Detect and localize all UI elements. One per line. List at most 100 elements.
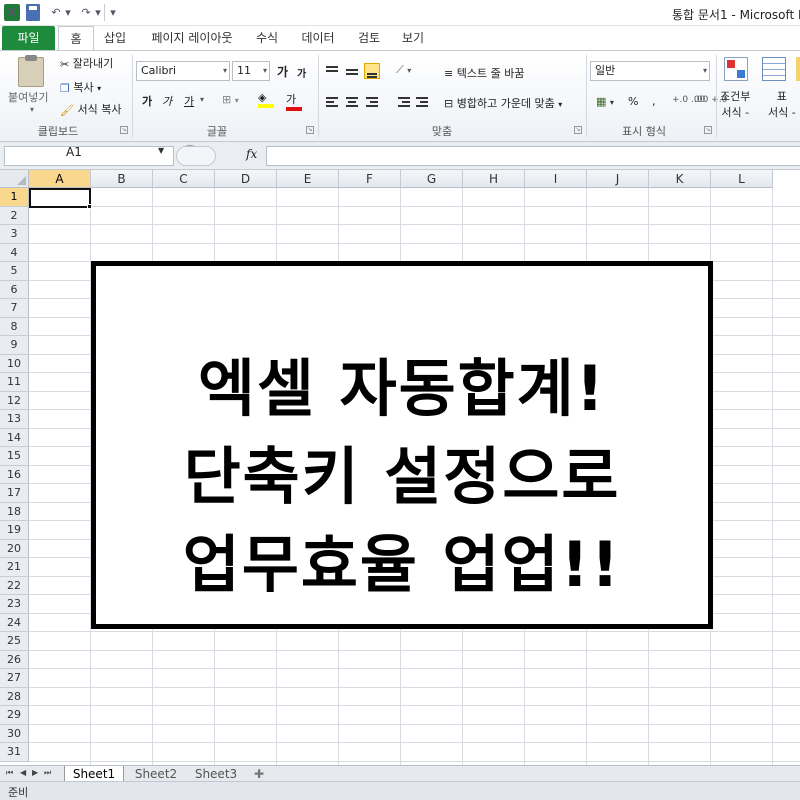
copy-button[interactable]: ❐ 복사 ▾	[60, 79, 101, 95]
align-bottom-button[interactable]	[364, 63, 380, 79]
column-header-j[interactable]: J	[587, 170, 649, 188]
next-sheet-icon[interactable]: ▶	[32, 768, 38, 777]
comma-style-button[interactable]: ,	[652, 95, 656, 108]
font-color-button[interactable]: 가	[286, 91, 302, 111]
orientation-button[interactable]: ⟋ ▾	[396, 63, 411, 77]
clipboard-launcher-icon[interactable]: ↘	[120, 126, 128, 134]
tab-page-layout[interactable]: 페이지 레이아웃	[146, 26, 238, 50]
row-header-25[interactable]: 25	[0, 632, 29, 651]
row-header-30[interactable]: 30	[0, 724, 29, 743]
format-painter-button[interactable]: 🖌 서식 복사	[60, 101, 121, 117]
row-header-22[interactable]: 22	[0, 576, 29, 595]
alignment-launcher-icon[interactable]: ↘	[574, 126, 582, 134]
tab-view[interactable]: 보기	[398, 26, 428, 50]
increase-indent-button[interactable]	[414, 95, 430, 111]
align-middle-button[interactable]	[344, 63, 360, 79]
align-top-button[interactable]	[324, 63, 340, 79]
insert-function-button[interactable]: fx	[246, 147, 257, 161]
number-format-select[interactable]: 일반 ▾	[590, 61, 710, 81]
sheet-tab-2[interactable]: Sheet2	[128, 766, 184, 782]
align-right-button[interactable]	[364, 95, 380, 111]
save-icon[interactable]	[26, 4, 40, 21]
row-header-15[interactable]: 15	[0, 447, 29, 466]
excel-logo-icon[interactable]: X	[4, 4, 20, 21]
row-header-17[interactable]: 17	[0, 484, 29, 503]
first-sheet-icon[interactable]: ⏮	[6, 768, 13, 778]
tab-home[interactable]: 홈	[58, 26, 94, 51]
shrink-font-button[interactable]: 가	[297, 65, 306, 80]
column-header-l[interactable]: L	[711, 170, 773, 188]
borders-button[interactable]: ⊞ ▾	[222, 93, 239, 106]
conditional-formatting-button[interactable]: 조건부 서식 -	[720, 89, 750, 121]
undo-dropdown-icon[interactable]: ▾	[64, 4, 72, 21]
column-header-g[interactable]: G	[401, 170, 463, 188]
row-header-3[interactable]: 3	[0, 225, 29, 244]
decrease-indent-button[interactable]	[396, 95, 412, 111]
row-header-2[interactable]: 2	[0, 206, 29, 225]
row-header-7[interactable]: 7	[0, 299, 29, 318]
formula-input[interactable]	[266, 146, 800, 166]
underline-button[interactable]: 가	[184, 93, 194, 109]
column-header-c[interactable]: C	[153, 170, 215, 188]
formula-bar-splitter[interactable]	[176, 146, 216, 166]
column-header-b[interactable]: B	[91, 170, 153, 188]
italic-button[interactable]: 가	[162, 93, 172, 109]
paste-dropdown-icon[interactable]: ▾	[30, 105, 34, 114]
tab-data[interactable]: 데이터	[298, 26, 338, 50]
column-header-a[interactable]: A	[29, 170, 91, 188]
tab-insert[interactable]: 삽입	[100, 26, 130, 50]
column-header-k[interactable]: K	[649, 170, 711, 188]
align-center-button[interactable]	[344, 95, 360, 111]
row-header-21[interactable]: 21	[0, 558, 29, 577]
select-all-button[interactable]	[0, 170, 29, 188]
row-header-16[interactable]: 16	[0, 465, 29, 484]
column-header-i[interactable]: I	[525, 170, 587, 188]
column-header-f[interactable]: F	[339, 170, 401, 188]
row-header-6[interactable]: 6	[0, 280, 29, 299]
column-header-e[interactable]: E	[277, 170, 339, 188]
row-header-13[interactable]: 13	[0, 410, 29, 429]
grow-font-button[interactable]: 가	[277, 63, 288, 80]
row-header-24[interactable]: 24	[0, 613, 29, 632]
row-header-29[interactable]: 29	[0, 706, 29, 725]
row-header-31[interactable]: 31	[0, 743, 29, 762]
row-header-23[interactable]: 23	[0, 595, 29, 614]
percent-style-button[interactable]: %	[628, 95, 638, 108]
fill-color-button[interactable]: ◈	[258, 91, 274, 108]
cell-styles-icon[interactable]	[796, 57, 800, 81]
row-header-14[interactable]: 14	[0, 428, 29, 447]
number-launcher-icon[interactable]: ↘	[704, 126, 712, 134]
sheet-tab-1[interactable]: Sheet1	[64, 766, 124, 782]
font-launcher-icon[interactable]: ↘	[306, 126, 314, 134]
fill-handle[interactable]	[87, 204, 92, 209]
last-sheet-icon[interactable]: ⏭	[44, 768, 51, 778]
row-header-26[interactable]: 26	[0, 650, 29, 669]
row-header-20[interactable]: 20	[0, 539, 29, 558]
tab-formulas[interactable]: 수식	[252, 26, 282, 50]
prev-sheet-icon[interactable]: ◀	[20, 768, 26, 777]
sheet-tab-3[interactable]: Sheet3	[188, 766, 244, 782]
row-header-18[interactable]: 18	[0, 502, 29, 521]
underline-dropdown-icon[interactable]: ▾	[200, 95, 204, 104]
cut-button[interactable]: ✂ 잘라내기	[60, 55, 113, 71]
font-size-select[interactable]: 11 ▾	[232, 61, 270, 81]
row-header-5[interactable]: 5	[0, 262, 29, 281]
column-header-h[interactable]: H	[463, 170, 525, 188]
row-header-19[interactable]: 19	[0, 521, 29, 540]
column-header-d[interactable]: D	[215, 170, 277, 188]
name-box[interactable]	[4, 146, 174, 166]
row-header-1[interactable]: 1	[0, 188, 29, 207]
font-name-select[interactable]: Calibri ▾	[136, 61, 230, 81]
row-header-27[interactable]: 27	[0, 669, 29, 688]
accounting-format-button[interactable]: ▦ ▾	[596, 95, 614, 108]
tab-review[interactable]: 검토	[354, 26, 384, 50]
format-as-table-icon[interactable]	[762, 57, 786, 81]
active-cell-a1[interactable]	[29, 188, 91, 208]
row-header-11[interactable]: 11	[0, 373, 29, 392]
row-header-4[interactable]: 4	[0, 243, 29, 262]
row-header-28[interactable]: 28	[0, 687, 29, 706]
chevron-down-icon[interactable]: ▼	[158, 146, 164, 155]
redo-icon[interactable]: ↷	[78, 4, 94, 21]
row-header-10[interactable]: 10	[0, 354, 29, 373]
row-header-12[interactable]: 12	[0, 391, 29, 410]
